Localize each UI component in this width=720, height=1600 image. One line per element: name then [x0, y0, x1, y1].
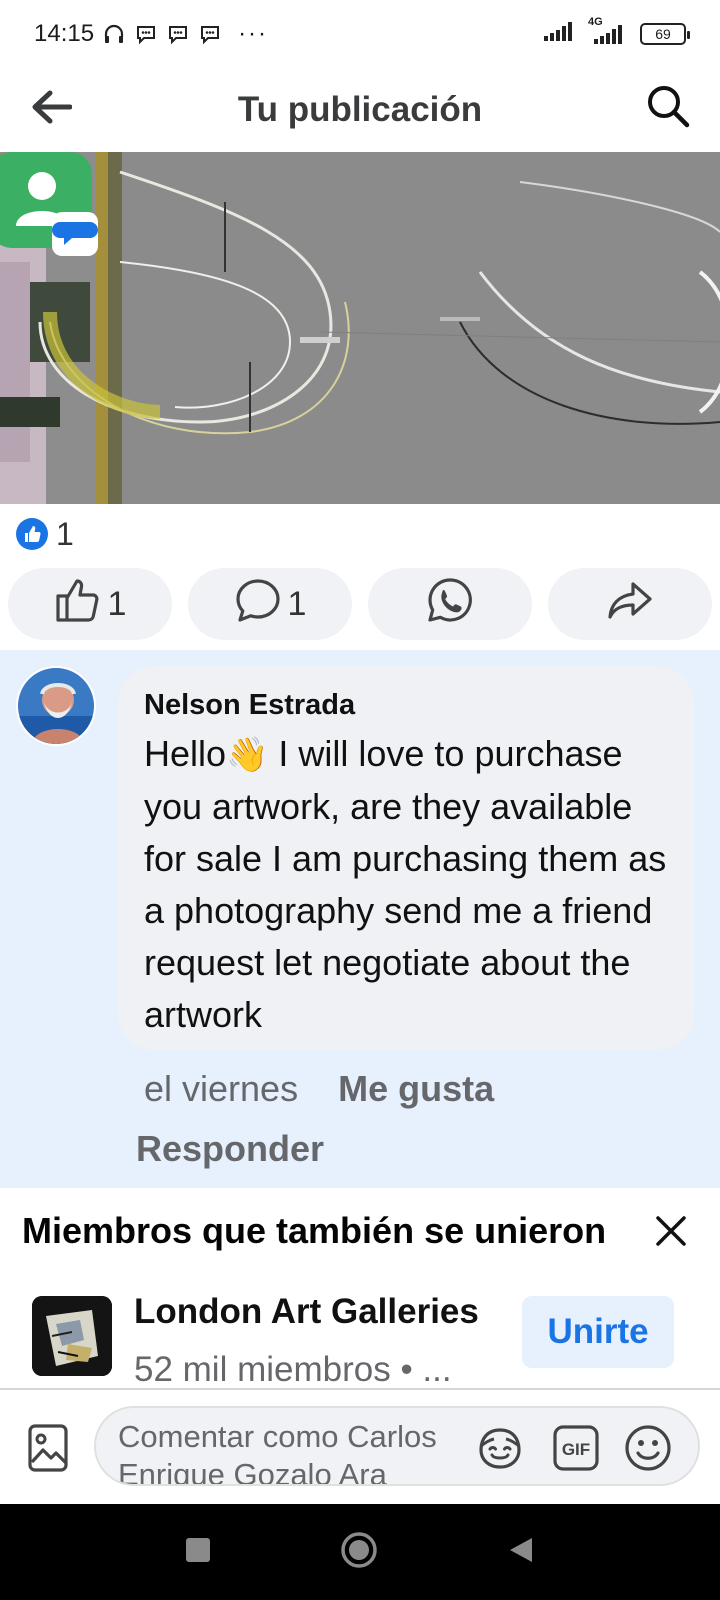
comment-bubble[interactable]: Nelson Estrada Hello👋 I will love to pur… — [118, 666, 694, 1050]
like-count: 1 — [107, 584, 127, 623]
avatar-sticker-icon[interactable] — [474, 1422, 526, 1474]
thumbs-up-icon — [54, 576, 102, 633]
comment-text-rest: I will love to purchase you artwork, are… — [144, 733, 667, 1035]
status-time: 14:15 — [34, 20, 95, 47]
comment-author[interactable]: Nelson Estrada — [144, 686, 668, 724]
waving-hand-emoji: 👋 — [226, 736, 269, 774]
headphones-icon — [102, 22, 126, 46]
floating-messages-app-icon[interactable] — [0, 152, 98, 258]
messenger-notification-icon-3 — [198, 22, 222, 46]
messenger-notification-icon — [134, 22, 158, 46]
comment-count: 1 — [287, 584, 307, 623]
comment-item: Nelson Estrada Hello👋 I will love to pur… — [0, 650, 720, 1188]
comment-meta: el viernes Me gusta — [144, 1068, 494, 1110]
comment-time: el viernes — [144, 1068, 299, 1109]
battery-level: 69 — [655, 26, 671, 42]
group-thumbnail[interactable] — [32, 1296, 112, 1376]
like-reaction-icon — [16, 518, 48, 550]
more-notifications-icon: ··· — [238, 20, 269, 47]
comment-button[interactable]: 1 — [188, 568, 352, 640]
gif-icon[interactable]: GIF — [550, 1422, 602, 1474]
suggested-groups-title: Miembros que también se unieron — [22, 1210, 607, 1251]
back-icon[interactable] — [506, 1535, 536, 1570]
photo-icon[interactable] — [26, 1422, 70, 1474]
group-name[interactable]: London Art Galleries — [134, 1292, 479, 1332]
status-bar: 14:15 ··· 4G 69 — [0, 0, 720, 68]
status-left: 14:15 ··· — [34, 20, 268, 48]
like-button[interactable]: 1 — [8, 568, 172, 640]
close-icon[interactable] — [648, 1208, 694, 1254]
post-actions: 1 1 — [8, 568, 712, 640]
back-arrow-icon[interactable] — [26, 82, 76, 132]
search-icon[interactable] — [642, 80, 694, 132]
comment-like-link[interactable]: Me gusta — [338, 1068, 494, 1110]
app-header: Tu publicación — [0, 68, 720, 152]
comment-text: Hello👋 I will love to purchase you artwo… — [144, 728, 668, 1041]
status-right: 4G 69 — [544, 16, 690, 48]
post-image[interactable] — [0, 152, 720, 504]
svg-text:GIF: GIF — [562, 1440, 590, 1459]
signal-icon — [544, 20, 576, 48]
whatsapp-icon — [426, 576, 474, 633]
suggested-groups-section: Miembros que también se unieron London A… — [0, 1188, 720, 1389]
whatsapp-share-button[interactable] — [368, 568, 532, 640]
comment-composer: Comentar como Carlos Enrique Gozalo Ara … — [0, 1388, 720, 1504]
share-arrow-icon — [606, 576, 654, 633]
recents-icon[interactable] — [184, 1536, 212, 1569]
network-type: 4G — [588, 16, 603, 28]
comment-input-placeholder: Comentar como Carlos Enrique Gozalo Ara — [118, 1419, 437, 1486]
group-member-count: 52 mil miembros • ... — [134, 1350, 452, 1389]
comment-input[interactable]: Comentar como Carlos Enrique Gozalo Ara … — [94, 1406, 700, 1486]
reaction-count: 1 — [56, 515, 74, 552]
signal-4g-icon: 4G — [588, 16, 628, 44]
system-navigation-bar — [0, 1504, 720, 1600]
commenter-avatar[interactable] — [16, 666, 96, 746]
page-title: Tu publicación — [237, 90, 483, 129]
home-icon[interactable] — [339, 1530, 379, 1575]
share-button[interactable] — [548, 568, 712, 640]
comment-reply-link[interactable]: Responder — [136, 1128, 324, 1170]
reactions-summary[interactable]: 1 — [16, 514, 74, 554]
battery-icon: 69 — [640, 23, 690, 45]
messenger-notification-icon-2 — [166, 22, 190, 46]
comment-text-start: Hello — [144, 733, 227, 774]
comment-bubble-icon — [234, 576, 282, 633]
join-group-button[interactable]: Unirte — [522, 1296, 674, 1368]
emoji-icon[interactable] — [622, 1422, 674, 1474]
